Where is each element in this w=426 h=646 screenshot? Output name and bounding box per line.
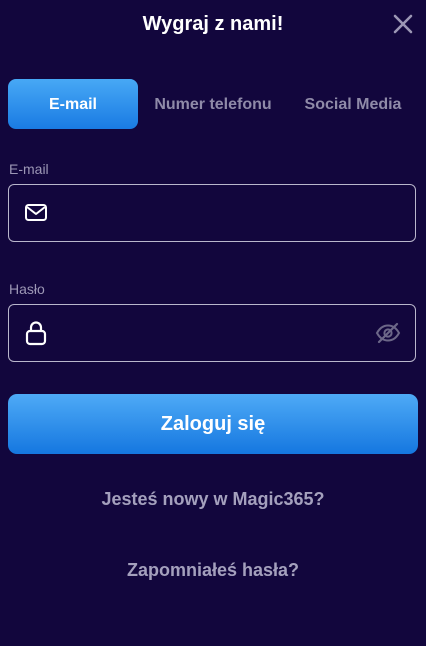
forgot-password-link[interactable]: Zapomniałeś hasła? xyxy=(0,559,426,581)
tab-email[interactable]: E-mail xyxy=(8,79,138,129)
lock-icon xyxy=(25,321,47,346)
mail-icon xyxy=(25,204,47,221)
password-input[interactable] xyxy=(63,305,363,361)
login-method-tabs: E-mail Numer telefonu Social Media xyxy=(8,79,418,129)
email-label: E-mail xyxy=(9,161,49,177)
eye-off-icon[interactable] xyxy=(375,322,401,344)
email-input[interactable] xyxy=(63,185,363,241)
tab-phone[interactable]: Numer telefonu xyxy=(148,79,278,129)
login-button[interactable]: Zaloguj się xyxy=(8,394,418,454)
page-title: Wygraj z nami! xyxy=(142,13,284,35)
tab-social-media[interactable]: Social Media xyxy=(288,79,418,129)
register-link[interactable]: Jesteś nowy w Magic365? xyxy=(0,488,426,510)
close-button[interactable] xyxy=(391,12,415,36)
password-field xyxy=(8,304,416,362)
close-icon xyxy=(393,14,413,34)
password-label: Hasło xyxy=(9,281,45,297)
email-field xyxy=(8,184,416,242)
